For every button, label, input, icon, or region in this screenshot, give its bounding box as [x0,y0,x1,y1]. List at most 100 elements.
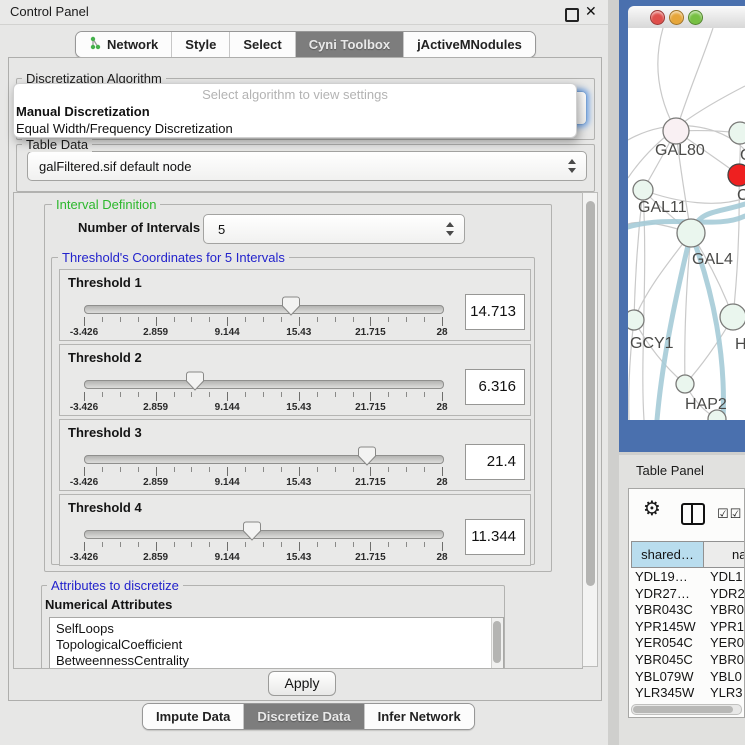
traffic-light-minimize-icon[interactable] [669,10,684,25]
table-row[interactable]: YLR345WYLR3 [629,685,745,702]
cell-name[interactable]: YBL0 [702,669,742,686]
table-row[interactable]: YDR27…YDR2 [629,586,745,603]
tab-cyni-toolbox[interactable]: Cyni Toolbox [296,32,404,57]
vertical-scrollbar[interactable] [582,192,598,667]
slider-thumb[interactable] [282,296,300,316]
tick [84,317,85,326]
number-of-intervals-value: 5 [204,222,225,237]
network-node[interactable] [676,375,694,393]
slider-thumb[interactable] [243,521,261,541]
cell-shared-name[interactable]: YBR043C [629,602,702,619]
network-node[interactable] [628,310,644,330]
slider-track[interactable] [84,380,444,389]
tab-network[interactable]: Network [76,32,172,57]
tick [227,542,228,551]
threshold-value-field[interactable]: 21.4 [465,444,525,480]
cell-name[interactable]: YLR3 [702,685,743,702]
tick-label: 21.715 [355,402,386,413]
cell-shared-name[interactable]: YLR345W [629,685,702,702]
attributes-list[interactable]: SelfLoopsTopologicalCoefficientBetweenne… [49,617,504,669]
threshold-value-field[interactable]: 11.344 [465,519,525,555]
cell-name[interactable]: YBR0 [702,602,744,619]
table-row[interactable]: YBL079WYBL0 [629,669,745,686]
cell-shared-name[interactable]: YER054C [629,635,702,652]
slider-track[interactable] [84,455,444,464]
traffic-light-close-icon[interactable] [650,10,665,25]
table-row[interactable]: YPR145WYPR1 [629,619,745,636]
threshold-value-field[interactable]: 6.316 [465,369,525,405]
close-icon[interactable]: ✕ [585,3,597,20]
tick [84,542,85,551]
cell-shared-name[interactable]: YBL079W [629,669,702,686]
attribute-item-topologicalcoefficient[interactable]: TopologicalCoefficient [50,637,503,653]
cell-shared-name[interactable]: YDR27… [629,586,702,603]
column-header-name[interactable]: na [703,541,745,568]
attributes-list-scrollbar[interactable] [491,618,503,668]
network-node[interactable] [728,164,745,186]
cell-name[interactable]: YDL1 [702,569,743,586]
threshold-block-1: Threshold 1-3.4262.8599.14415.4321.71528… [59,269,531,341]
popup-item-manual-discretization[interactable]: Manual Discretization [14,103,576,120]
cell-shared-name[interactable]: YBR045C [629,652,702,669]
horizontal-scrollbar[interactable] [631,704,742,715]
gear-icon[interactable]: ⚙ [643,499,661,519]
slider-track[interactable] [84,530,444,539]
scrollbar-thumb[interactable] [586,201,595,586]
network-node[interactable] [720,304,745,330]
network-node[interactable] [633,180,653,200]
table-row[interactable]: YDL19…YDL1 [629,569,745,586]
column-header-shared[interactable]: shared… [631,541,704,568]
network-canvas[interactable]: GAL80GCGAL11GAL4GCY1HHAP2 [628,28,745,420]
cell-shared-name[interactable]: YIL052C [629,702,702,703]
scrollbar-thumb[interactable] [633,706,733,713]
network-node[interactable] [663,118,689,144]
network-node[interactable] [729,122,745,144]
tab-jactivemnodules[interactable]: jActiveMNodules [404,32,535,57]
tick [442,317,443,326]
checkbox-icons[interactable]: ☑☑ [717,506,742,522]
table-row[interactable]: YER054CYER0 [629,635,745,652]
slider-track[interactable] [84,305,444,314]
traffic-light-zoom-icon[interactable] [688,10,703,25]
scrollbar-thumb[interactable] [493,621,501,663]
popup-item-select-algorithm-to-view-settings[interactable]: Select algorithm to view settings [14,86,576,103]
tab-discretize-data[interactable]: Discretize Data [244,704,364,729]
attribute-item-betweennesscentrality[interactable]: BetweennessCentrality [50,653,503,669]
table-row[interactable]: YBR045CYBR0 [629,652,745,669]
tab-select[interactable]: Select [230,32,295,57]
attribute-item-selfloops[interactable]: SelfLoops [50,621,503,637]
popup-item-equal-width-frequency-discretization[interactable]: Equal Width/Frequency Discretization [14,120,576,137]
slider-thumb[interactable] [358,446,376,466]
float-window-icon[interactable] [565,8,579,22]
node-label: HAP2 [685,396,727,413]
apply-button[interactable]: Apply [268,671,336,696]
number-of-intervals-combobox[interactable]: 5 [203,214,465,244]
tab-impute-data[interactable]: Impute Data [143,704,244,729]
interval-definition-title: Interval Definition [52,197,160,212]
cell-name[interactable]: YER0 [702,635,744,652]
tick [370,542,371,551]
tab-style[interactable]: Style [172,32,230,57]
tick [156,542,157,551]
cell-name[interactable]: YPR1 [702,619,744,636]
table-row[interactable]: YBR043CYBR0 [629,602,745,619]
table-data-combobox[interactable]: galFiltered.sif default node [27,151,587,181]
threshold-value-field[interactable]: 14.713 [465,294,525,330]
network-node[interactable] [677,219,705,247]
control-panel-window: Control Panel ✕ NetworkStyleSelectCyni T… [0,0,608,745]
tick [120,542,121,547]
network-titlebar[interactable] [628,6,745,29]
cell-name[interactable]: YDR2 [702,586,745,603]
columns-icon[interactable] [681,503,705,525]
cell-name[interactable]: YBR0 [702,652,744,669]
network-graph: GAL80GCGAL11GAL4GCY1HHAP2 [628,28,745,420]
cell-name[interactable]: YIL0 [702,702,737,703]
cell-shared-name[interactable]: YPR145W [629,619,702,636]
tick [335,317,336,322]
table-row[interactable]: YIL052CYIL0 [629,702,745,703]
tick [353,467,354,472]
slider-thumb[interactable] [186,371,204,391]
tab-infer-network[interactable]: Infer Network [365,704,474,729]
node-label: G [740,147,745,164]
cell-shared-name[interactable]: YDL19… [629,569,702,586]
